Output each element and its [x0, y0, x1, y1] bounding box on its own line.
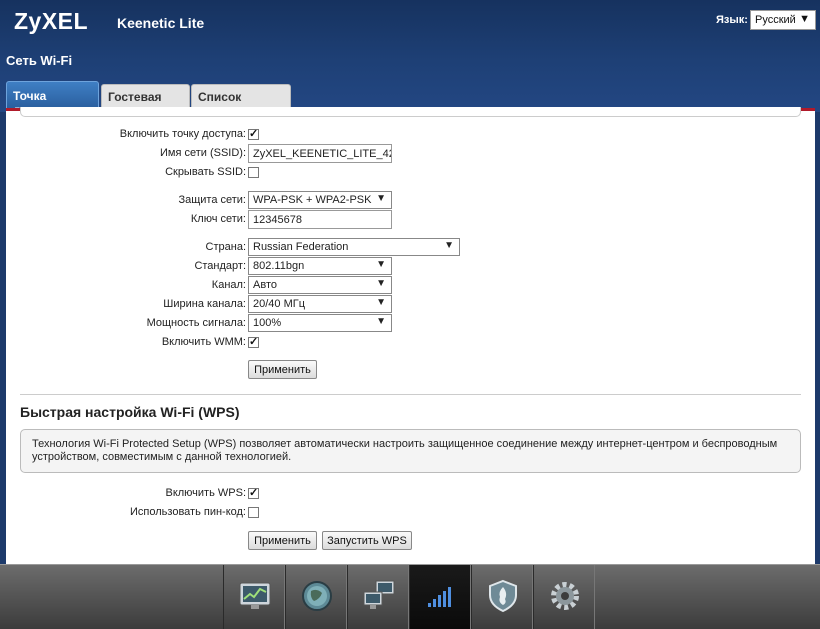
power-select[interactable]: 100% ▼ [248, 314, 392, 332]
security-label: Защита сети: [178, 194, 246, 206]
wmm-label: Включить WMM: [161, 336, 246, 348]
network-computers-icon [363, 580, 395, 609]
enable-ap-checkbox[interactable] [248, 127, 259, 140]
apply-button[interactable]: Применить [248, 360, 317, 379]
chevron-down-icon: ▼ [376, 278, 386, 289]
wps-enable-checkbox[interactable] [248, 486, 259, 499]
globe-icon [302, 581, 332, 611]
channel-label: Канал: [211, 279, 246, 291]
nav-home-network[interactable] [347, 565, 409, 629]
security-select[interactable]: WPA-PSK + WPA2-PSK ▼ [248, 191, 392, 209]
top-box [20, 107, 801, 117]
shield-icon [489, 579, 517, 613]
key-label: Ключ сети: [190, 213, 246, 225]
hide-ssid-label: Скрывать SSID: [165, 166, 246, 178]
model-name: Keenetic Lite [117, 15, 205, 31]
wps-section-title: Быстрая настройка Wi-Fi (WPS) [20, 404, 240, 420]
country-label: Страна: [205, 241, 246, 253]
wps-info-line1: Технология Wi-Fi Protected Setup (WPS) п… [32, 438, 778, 450]
language-label: Язык: [716, 14, 748, 26]
tab-access-point[interactable]: Точка доступа [6, 81, 99, 117]
ssid-label: Имя сети (SSID): [159, 147, 246, 159]
hide-ssid-checkbox[interactable] [248, 167, 259, 178]
language-value: Русский [755, 14, 796, 26]
enable-ap-label: Включить точку доступа: [119, 128, 246, 140]
nav-system-monitor[interactable] [223, 565, 285, 629]
monitor-chart-icon [239, 582, 271, 609]
tab-access-list[interactable]: Список доступа [191, 84, 291, 118]
security-value: WPA-PSK + WPA2-PSK [253, 194, 372, 206]
chevron-down-icon: ▼ [376, 297, 386, 308]
chevron-down-icon: ▼ [376, 259, 386, 270]
wmm-checkbox[interactable] [248, 335, 259, 348]
country-select[interactable]: Russian Federation ▼ [248, 238, 460, 256]
nav-wifi[interactable] [409, 565, 471, 629]
chevron-down-icon: ▼ [799, 13, 810, 25]
ssid-input[interactable]: ZyXEL_KEENETIC_LITE_42 [248, 144, 392, 163]
page-title: Сеть Wi-Fi [6, 53, 73, 68]
wps-enable-label: Включить WPS: [165, 487, 246, 499]
country-value: Russian Federation [253, 241, 349, 253]
wps-info-box: Технология Wi-Fi Protected Setup (WPS) п… [20, 429, 801, 473]
language-select[interactable]: Русский ▼ [750, 10, 816, 30]
chevron-down-icon: ▼ [376, 193, 386, 204]
standard-select[interactable]: 802.11bgn ▼ [248, 257, 392, 275]
bottom-navbar [0, 564, 820, 629]
key-input[interactable]: 12345678 [248, 210, 392, 229]
tab-guest-network[interactable]: Гостевая сеть [101, 84, 190, 118]
divider [20, 394, 801, 395]
channel-select[interactable]: Авто ▼ [248, 276, 392, 294]
width-value: 20/40 МГц [253, 298, 306, 310]
power-label: Мощность сигнала: [146, 317, 246, 329]
main-panel: Включить точку доступа: Имя сети (SSID):… [6, 107, 815, 564]
gear-icon [551, 582, 579, 610]
power-value: 100% [253, 317, 282, 329]
standard-value: 802.11bgn [253, 260, 305, 272]
standard-label: Стандарт: [194, 260, 246, 272]
width-label: Ширина канала: [163, 298, 246, 310]
wps-pin-checkbox[interactable] [248, 507, 259, 518]
nav-system[interactable] [533, 565, 595, 629]
nav-security[interactable] [471, 565, 533, 629]
channel-value: Авто [253, 279, 277, 291]
chevron-down-icon: ▼ [444, 240, 454, 251]
wps-info-line2: устройством, совместимым с данной технол… [32, 451, 292, 463]
nav-internet[interactable] [285, 565, 347, 629]
wifi-signal-icon [428, 587, 451, 607]
wps-pin-label: Использовать пин-код: [130, 506, 246, 518]
start-wps-button[interactable]: Запустить WPS [322, 531, 412, 550]
chevron-down-icon: ▼ [376, 316, 386, 327]
wps-apply-button[interactable]: Применить [248, 531, 317, 550]
width-select[interactable]: 20/40 МГц ▼ [248, 295, 392, 313]
zyxel-logo: ZyXEL [14, 8, 89, 34]
